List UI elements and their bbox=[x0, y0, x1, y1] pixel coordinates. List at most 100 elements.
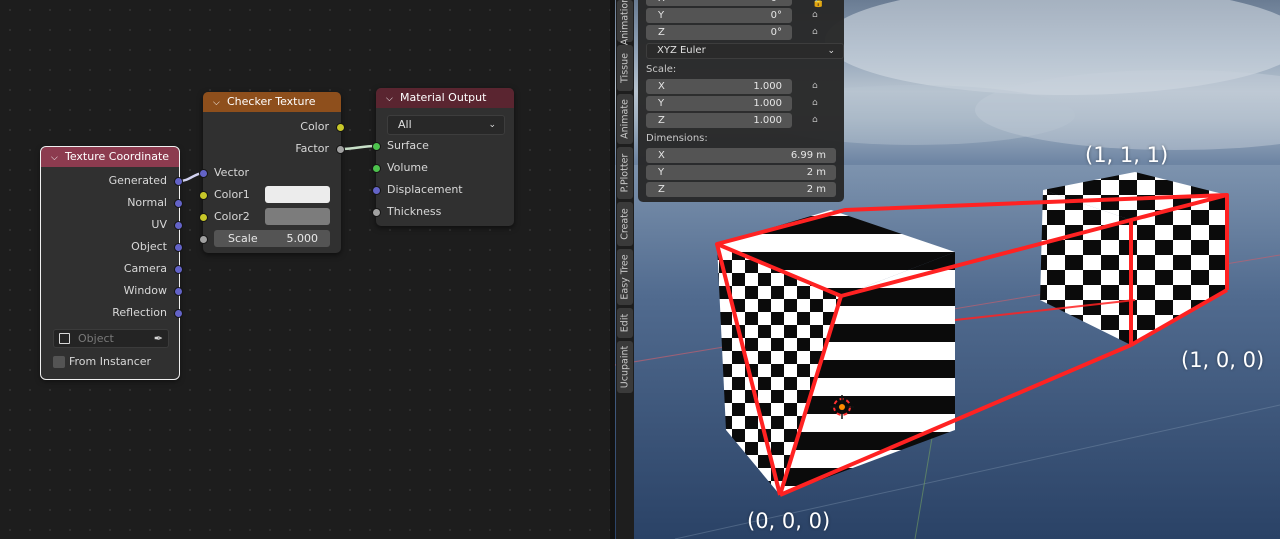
scale-z-label: Z bbox=[658, 115, 665, 126]
texture-coordinate-header[interactable]: ⌵ Texture Coordinate bbox=[41, 147, 179, 167]
socket-reflection[interactable] bbox=[174, 309, 183, 318]
color2-swatch[interactable] bbox=[265, 208, 330, 225]
scale-y-value: 1.000 bbox=[753, 98, 782, 109]
socket-thickness-in[interactable] bbox=[372, 208, 381, 217]
scale-label: Scale bbox=[228, 232, 258, 245]
dimensions-z-field[interactable]: Z 2 m bbox=[646, 182, 836, 197]
socket-window[interactable] bbox=[174, 287, 183, 296]
tab-ucupaint[interactable]: Ucupaint bbox=[617, 341, 633, 393]
link-factor-to-surface bbox=[340, 144, 377, 151]
dimensions-x-label: X bbox=[658, 150, 665, 161]
output-factor: Factor bbox=[295, 142, 329, 155]
socket-camera[interactable] bbox=[174, 265, 183, 274]
tab-create[interactable]: Create bbox=[617, 202, 633, 246]
socket-surface-in[interactable] bbox=[372, 142, 381, 151]
rotation-z-value: 0° bbox=[770, 27, 782, 38]
input-color1: Color1 bbox=[214, 188, 250, 201]
input-vector: Vector bbox=[214, 166, 250, 179]
object-picker-field[interactable]: Object ✒ bbox=[53, 329, 169, 348]
socket-normal[interactable] bbox=[174, 199, 183, 208]
collapse-chevron-icon[interactable]: ⌵ bbox=[213, 93, 227, 113]
scale-field[interactable]: Scale 5.000 bbox=[214, 230, 330, 247]
socket-color-out[interactable] bbox=[336, 123, 345, 132]
socket-color2-in[interactable] bbox=[199, 213, 208, 222]
dimensions-y-label: Y bbox=[658, 167, 665, 178]
output-generated: Generated bbox=[108, 174, 167, 187]
eyedropper-icon[interactable]: ✒ bbox=[154, 330, 163, 347]
tab-ucupaint-label: Ucupaint bbox=[619, 345, 631, 389]
input-surface: Surface bbox=[387, 139, 429, 152]
lock-icon[interactable]: ⌂ bbox=[812, 115, 824, 127]
from-instancer-label: From Instancer bbox=[69, 355, 152, 368]
rotation-z-label: Z bbox=[658, 27, 665, 38]
rotation-mode-dropdown[interactable]: XYZ Euler ⌄ bbox=[646, 43, 844, 59]
texture-coordinate-node[interactable]: ⌵ Texture Coordinate Generated Normal UV … bbox=[40, 146, 183, 380]
rotation-z-field[interactable]: Z 0° bbox=[646, 25, 792, 40]
material-output-header[interactable]: ⌵ Material Output bbox=[376, 88, 514, 108]
object-placeholder: Object bbox=[78, 332, 114, 345]
checker-texture-node[interactable]: ⌵ Checker Texture Color Factor Vector Col… bbox=[199, 92, 345, 253]
tab-p-plotter[interactable]: P.Plotter bbox=[617, 147, 633, 199]
dimensions-x-field[interactable]: X 6.99 m bbox=[646, 148, 836, 163]
collapse-chevron-icon[interactable]: ⌵ bbox=[386, 89, 400, 109]
socket-generated[interactable] bbox=[174, 177, 183, 186]
lock-icon[interactable]: ⌂ bbox=[812, 81, 824, 93]
checker-texture-header[interactable]: ⌵ Checker Texture bbox=[203, 92, 341, 112]
input-color2: Color2 bbox=[214, 210, 250, 223]
scale-section-label: Scale: bbox=[646, 64, 677, 75]
color1-swatch[interactable] bbox=[265, 186, 330, 203]
scale-z-field[interactable]: Z 1.000 bbox=[646, 113, 792, 128]
output-color: Color bbox=[300, 120, 329, 133]
lock-icon[interactable]: ⌂ bbox=[812, 27, 824, 39]
tab-edit[interactable]: Edit bbox=[617, 308, 633, 338]
output-camera: Camera bbox=[123, 262, 167, 275]
tab-tissue-label: Tissue bbox=[619, 53, 631, 83]
tab-animation[interactable]: Animation bbox=[617, 0, 633, 45]
input-displacement: Displacement bbox=[387, 183, 463, 196]
input-volume: Volume bbox=[387, 161, 428, 174]
lock-icon[interactable]: 🔓 bbox=[812, 0, 824, 9]
target-value: All bbox=[398, 118, 412, 131]
checker-texture-title: Checker Texture bbox=[227, 95, 316, 108]
collapse-chevron-icon[interactable]: ⌵ bbox=[51, 148, 65, 168]
rotation-mode-value: XYZ Euler bbox=[657, 45, 706, 56]
object-cube-icon bbox=[59, 333, 70, 344]
lock-icon[interactable]: ⌂ bbox=[812, 10, 824, 22]
3d-viewport[interactable]: Animation Tissue Animate P.Plotter Creat… bbox=[615, 0, 1280, 539]
scale-y-field[interactable]: Y 1.000 bbox=[646, 96, 792, 111]
tab-create-label: Create bbox=[619, 208, 631, 240]
socket-object[interactable] bbox=[174, 243, 183, 252]
dimensions-y-field[interactable]: Y 2 m bbox=[646, 165, 836, 180]
socket-displacement-in[interactable] bbox=[372, 186, 381, 195]
socket-scale-in[interactable] bbox=[199, 235, 208, 244]
output-reflection: Reflection bbox=[112, 306, 167, 319]
scale-y-label: Y bbox=[658, 98, 665, 109]
socket-uv[interactable] bbox=[174, 221, 183, 230]
chevron-down-icon: ⌄ bbox=[488, 120, 496, 130]
scale-x-value: 1.000 bbox=[753, 81, 782, 92]
target-dropdown[interactable]: All ⌄ bbox=[387, 115, 505, 135]
rotation-x-value: 0° bbox=[771, 0, 782, 6]
scale-x-label: X bbox=[658, 81, 665, 92]
tab-edit-label: Edit bbox=[619, 313, 631, 333]
corner-label-111: (1, 1, 1) bbox=[1085, 143, 1169, 167]
rotation-x-label: X bbox=[658, 0, 665, 6]
socket-vector-in[interactable] bbox=[199, 169, 208, 178]
from-instancer-checkbox[interactable] bbox=[53, 356, 65, 368]
shader-node-editor[interactable]: ⌵ Texture Coordinate Generated Normal UV … bbox=[0, 0, 610, 539]
socket-factor-out[interactable] bbox=[336, 145, 345, 154]
socket-color1-in[interactable] bbox=[199, 191, 208, 200]
lock-icon[interactable]: ⌂ bbox=[812, 98, 824, 110]
tab-easy-tree[interactable]: Easy Tree bbox=[617, 249, 633, 305]
dimensions-z-value: 2 m bbox=[806, 184, 826, 195]
rotation-y-field[interactable]: Y 0° bbox=[646, 8, 792, 23]
scale-x-field[interactable]: X 1.000 bbox=[646, 79, 792, 94]
tab-tissue[interactable]: Tissue bbox=[617, 45, 633, 91]
dimensions-x-value: 6.99 m bbox=[790, 150, 826, 161]
tab-animate[interactable]: Animate bbox=[617, 94, 633, 144]
dimensions-y-value: 2 m bbox=[806, 167, 826, 178]
output-object: Object bbox=[131, 240, 167, 253]
rotation-x-field[interactable]: X 0° bbox=[646, 0, 792, 6]
material-output-node[interactable]: ⌵ Material Output All ⌄ Surface Volume Di… bbox=[372, 88, 514, 226]
socket-volume-in[interactable] bbox=[372, 164, 381, 173]
